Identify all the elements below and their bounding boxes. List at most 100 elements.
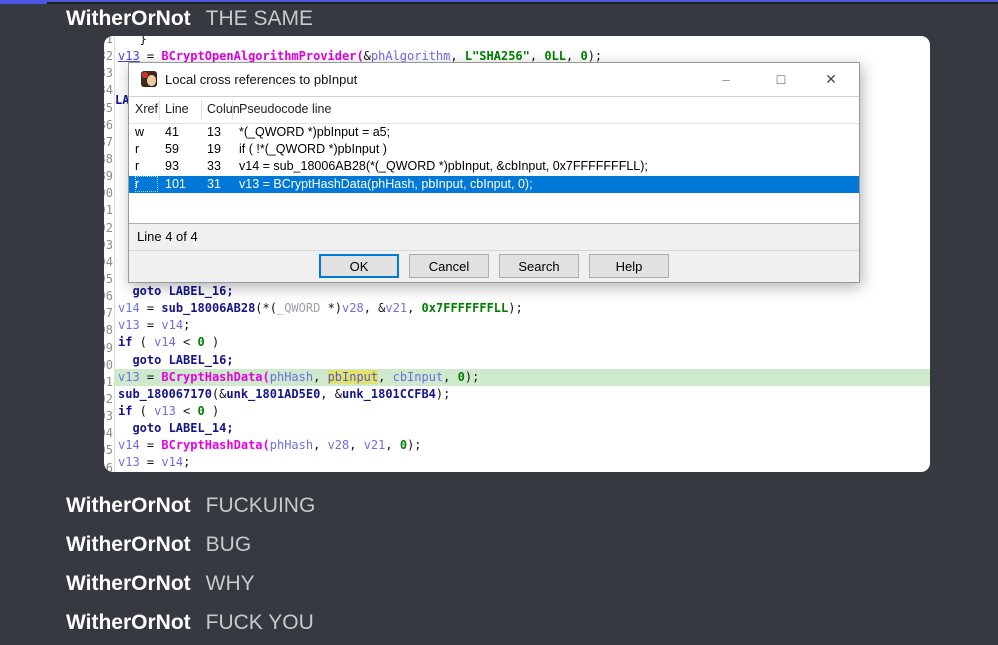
line-number: 85 [104, 100, 113, 117]
chat-message: WitherOrNot WHY [66, 572, 255, 596]
line-number: 103 [104, 408, 113, 425]
code-line: v14 = BCryptHashData(phHash, v28, v21, 0… [114, 437, 930, 454]
close-icon[interactable]: ✕ [816, 63, 846, 95]
code-line: goto LABEL_16; [114, 283, 930, 300]
cell-line: 41 [165, 124, 179, 141]
chat-message: WitherOrNot FUCKUING [66, 494, 315, 518]
message-text: BUG [206, 533, 252, 557]
message-username[interactable]: WitherOrNot [66, 611, 191, 635]
code-line: v13 = v14; [114, 454, 930, 471]
code-line: } [114, 36, 930, 48]
table-row[interactable]: r 93 33 v14 = sub_18006AB28(*(_QWORD *)p… [129, 158, 859, 175]
line-number: 106 [104, 460, 113, 472]
message-text: WHY [206, 572, 255, 596]
cell-column: 19 [207, 141, 221, 158]
search-button[interactable]: Search [499, 254, 579, 278]
attachment-image[interactable]: 8182838485868788899091929394959697989910… [104, 36, 930, 472]
table-row[interactable]: r 59 19 if ( !*(_QWORD *)pbInput ) [129, 141, 859, 158]
status-line-count: Line 4 of 4 [137, 229, 198, 244]
line-number: 82 [104, 48, 113, 65]
line-number: 104 [104, 425, 113, 442]
message-text: THE SAME [206, 7, 313, 31]
line-number-gutter: 8182838485868788899091929394959697989910… [104, 36, 114, 472]
cell-column: 31 [207, 176, 221, 193]
header-separator[interactable] [201, 100, 202, 120]
cell-xref: w [135, 124, 158, 141]
line-number: 92 [104, 220, 113, 237]
line-number: 95 [104, 271, 113, 288]
pseudocode-below-dialog: goto LABEL_16;v14 = sub_18006AB28(*(_QWO… [114, 283, 930, 472]
code-line: v13 = v14; [114, 317, 930, 334]
line-number: 98 [104, 322, 113, 339]
cell-column: 13 [207, 124, 221, 141]
column-header-column[interactable]: Colun [207, 102, 240, 116]
cell-pseudocode: v14 = sub_18006AB28(*(_QWORD *)pbInput, … [239, 158, 648, 175]
chat-message: WitherOrNot BUG [66, 533, 251, 557]
message-username[interactable]: WitherOrNot [66, 7, 191, 31]
line-number: 97 [104, 305, 113, 322]
minimize-icon[interactable]: – [711, 63, 741, 95]
line-number: 90 [104, 185, 113, 202]
ok-button[interactable]: OK [319, 254, 399, 278]
footer-separator [129, 250, 859, 251]
line-number: 99 [104, 340, 113, 357]
line-number: 86 [104, 117, 113, 134]
maximize-icon[interactable]: □ [766, 63, 796, 95]
column-header-pseudocode[interactable]: Pseudocode line [239, 102, 331, 116]
code-line: v13 = BCryptHashData(phHash, pbInput, cb… [114, 369, 930, 386]
message-username[interactable]: WitherOrNot [66, 572, 191, 596]
message-username[interactable]: WitherOrNot [66, 494, 191, 518]
code-line: if ( v14 < 0 ) [114, 334, 930, 351]
column-header-line[interactable]: Line [165, 102, 189, 116]
line-number: 83 [104, 65, 113, 82]
window-top-strip [0, 0, 998, 4]
table-row-selected[interactable]: r 101 31 v13 = BCryptHashData(phHash, pb… [129, 176, 859, 193]
xref-list-header[interactable]: Xref Line Colun Pseudocode line [129, 97, 859, 124]
line-number: 88 [104, 151, 113, 168]
chat-message: WitherOrNot FUCK YOU [66, 611, 314, 635]
top-accent-line [0, 0, 998, 2]
cell-line: 93 [165, 158, 179, 175]
cell-xref: r [135, 176, 158, 192]
cell-pseudocode: *(_QWORD *)pbInput = a5; [239, 124, 390, 141]
cell-line: 59 [165, 141, 179, 158]
cell-pseudocode: v13 = BCryptHashData(phHash, pbInput, cb… [239, 176, 533, 193]
header-separator[interactable] [159, 100, 160, 120]
line-number: 105 [104, 442, 113, 459]
line-number: 81 [104, 36, 113, 48]
table-row[interactable]: w 41 13 *(_QWORD *)pbInput = a5; [129, 124, 859, 141]
ida-app-icon [141, 71, 157, 87]
cell-line: 101 [165, 176, 186, 193]
dialog-footer: Line 4 of 4 OK Cancel Search Help [129, 223, 859, 282]
code-line: goto LABEL_16; [114, 352, 930, 369]
dialog-title: Local cross references to pbInput [165, 63, 357, 96]
column-header-xref[interactable]: Xref [135, 102, 158, 116]
dialog-titlebar[interactable]: Local cross references to pbInput – □ ✕ [129, 63, 859, 97]
cell-column: 33 [207, 158, 221, 175]
help-button[interactable]: Help [589, 254, 669, 278]
header-separator[interactable] [232, 100, 233, 120]
xref-dialog: Local cross references to pbInput – □ ✕ … [128, 62, 860, 283]
line-number: 101 [104, 374, 113, 391]
line-number: 100 [104, 357, 113, 374]
message-username[interactable]: WitherOrNot [66, 533, 191, 557]
cancel-button[interactable]: Cancel [409, 254, 489, 278]
line-number: 94 [104, 254, 113, 271]
line-number: 89 [104, 168, 113, 185]
cell-xref: r [135, 158, 158, 175]
chat-message: WitherOrNot THE SAME [66, 7, 313, 31]
top-accent-bar [0, 0, 47, 4]
code-line: goto LABEL_14; [114, 420, 930, 437]
dialog-buttons: OK Cancel Search Help [129, 254, 859, 278]
code-line: v14 = sub_18006AB28(*(_QWORD *)v28, &v21… [114, 300, 930, 317]
code-line: if ( v13 < 0 ) [114, 403, 930, 420]
line-number: 93 [104, 237, 113, 254]
line-number: 96 [104, 288, 113, 305]
pseudocode-above-dialog: }v13 = BCryptOpenAlgorithmProvider(&phAl… [114, 36, 930, 65]
line-number: 87 [104, 134, 113, 151]
message-text: FUCK YOU [206, 611, 314, 635]
cell-pseudocode: if ( !*(_QWORD *)pbInput ) [239, 141, 387, 158]
line-number: 91 [104, 202, 113, 219]
xref-list: Xref Line Colun Pseudocode line w 41 13 … [129, 97, 859, 223]
message-text: FUCKUING [206, 494, 316, 518]
